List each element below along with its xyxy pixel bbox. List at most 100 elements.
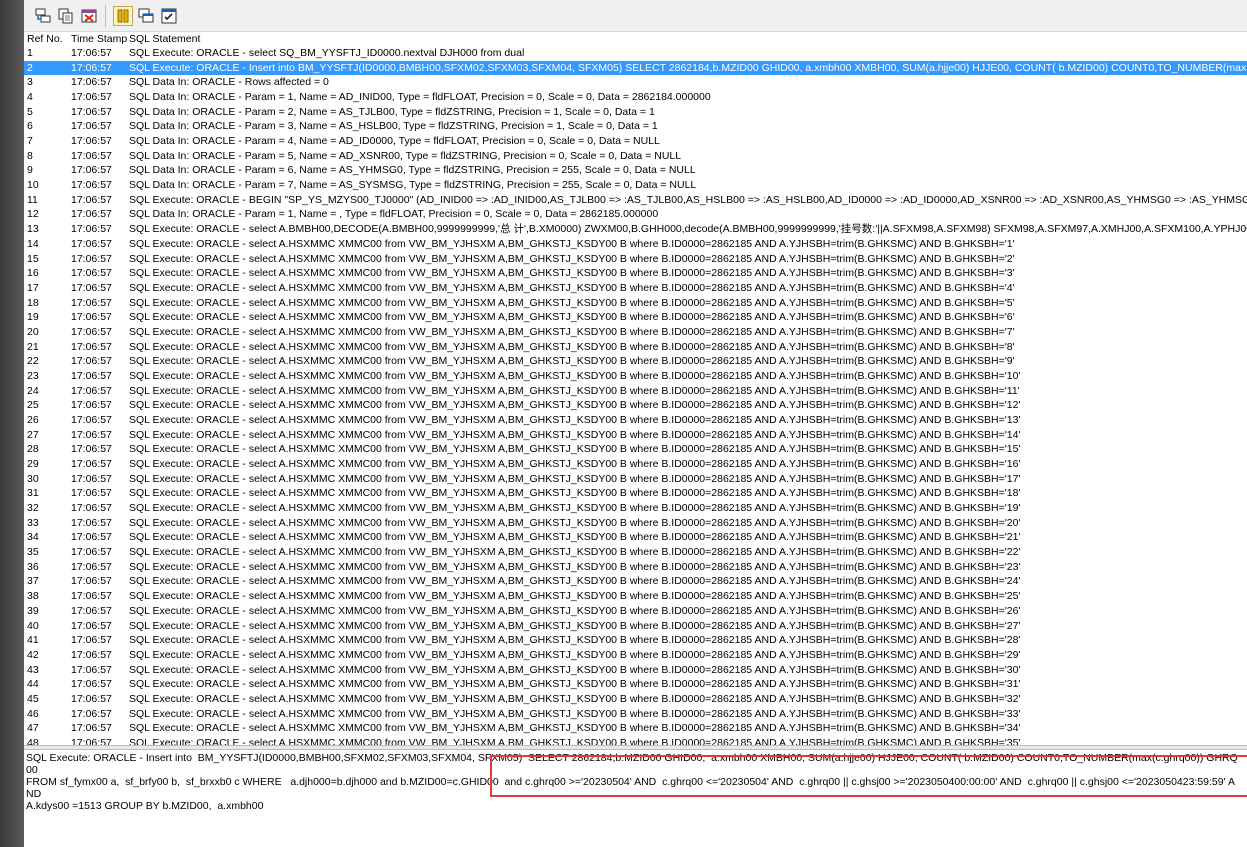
table-row[interactable]: 39 17:06:57 SQL Execute: ORACLE - select A… xyxy=(24,604,1247,619)
table-row-selected[interactable]: 2 17:06:57 SQL Execute: ORACLE - Insert in… xyxy=(24,60,1247,76)
sql-statement-cell: SQL Execute: ORACLE - select A.HSXMMC XM… xyxy=(129,267,1015,280)
sql-statement-cell: SQL Execute: ORACLE - select A.HSXMMC XM… xyxy=(129,619,1021,632)
table-row[interactable]: 25 17:06:57 SQL Execute: ORACLE - select A… xyxy=(24,398,1247,413)
ref-no-cell: 20 xyxy=(27,325,39,338)
time-stamp-cell: 17:06:57 xyxy=(71,325,112,338)
ref-no-cell: 39 xyxy=(27,604,39,617)
column-header-ref-no[interactable]: Ref No. xyxy=(27,32,63,46)
clear-log-button[interactable] xyxy=(79,6,99,26)
time-stamp-cell: 17:06:57 xyxy=(71,47,112,59)
table-row[interactable]: 14 17:06:57 SQL Execute: ORACLE - select A… xyxy=(24,237,1247,252)
table-row[interactable]: 37 17:06:57 SQL Execute: ORACLE - select A… xyxy=(24,574,1247,589)
table-row[interactable]: 23 17:06:57 SQL Execute: ORACLE - select A… xyxy=(24,369,1247,384)
toolbar xyxy=(24,0,1247,32)
table-row[interactable]: 6 17:06:57 SQL Data In: ORACLE - Param = 3… xyxy=(24,119,1247,134)
table-row[interactable]: 32 17:06:57 SQL Execute: ORACLE - select A… xyxy=(24,501,1247,516)
table-row[interactable]: 9 17:06:57 SQL Data In: ORACLE - Param = 6… xyxy=(24,163,1247,178)
table-row[interactable]: 22 17:06:57 SQL Execute: ORACLE - select A… xyxy=(24,354,1247,369)
table-row[interactable]: 27 17:06:57 SQL Execute: ORACLE - select A… xyxy=(24,428,1247,443)
table-row[interactable]: 44 17:06:57 SQL Execute: ORACLE - select A… xyxy=(24,677,1247,692)
sql-statement-cell: SQL Execute: ORACLE - select A.HSXMMC XM… xyxy=(129,707,1021,720)
table-row[interactable]: 20 17:06:57 SQL Execute: ORACLE - select A… xyxy=(24,325,1247,340)
table-row[interactable]: 35 17:06:57 SQL Execute: ORACLE - select A… xyxy=(24,545,1247,560)
sql-statement-cell: SQL Execute: ORACLE - select A.BMBH00,DE… xyxy=(129,223,1247,236)
sql-statement-cell: SQL Execute: ORACLE - select A.HSXMMC XM… xyxy=(129,634,1021,647)
table-row[interactable]: 18 17:06:57 SQL Execute: ORACLE - select A… xyxy=(24,296,1247,311)
sql-statement-cell: SQL Execute: ORACLE - select A.HSXMMC XM… xyxy=(129,325,1015,338)
column-header-sql-statement[interactable]: SQL Statement xyxy=(129,32,200,46)
table-row[interactable]: 13 17:06:57 SQL Execute: ORACLE - select A… xyxy=(24,222,1247,237)
table-row[interactable]: 34 17:06:57 SQL Execute: ORACLE - select A… xyxy=(24,530,1247,545)
sql-detail-pane[interactable]: SQL Execute: ORACLE - Insert into BM_YYS… xyxy=(24,750,1247,847)
table-row[interactable]: 29 17:06:57 SQL Execute: ORACLE - select A… xyxy=(24,457,1247,472)
column-header-time-stamp[interactable]: Time Stamp xyxy=(71,32,127,46)
table-row[interactable]: 46 17:06:57 SQL Execute: ORACLE - select A… xyxy=(24,707,1247,722)
table-row[interactable]: 36 17:06:57 SQL Execute: ORACLE - select A… xyxy=(24,560,1247,575)
table-row[interactable]: 1 17:06:57 SQL Execute: ORACLE - select SQ… xyxy=(24,46,1247,61)
table-row[interactable]: 31 17:06:57 SQL Execute: ORACLE - select A… xyxy=(24,486,1247,501)
table-row[interactable]: 4 17:06:57 SQL Data In: ORACLE - Param = 1… xyxy=(24,90,1247,105)
time-stamp-cell: 17:06:57 xyxy=(71,105,112,118)
time-stamp-cell: 17:06:57 xyxy=(71,61,112,74)
table-row[interactable]: 47 17:06:57 SQL Execute: ORACLE - select A… xyxy=(24,721,1247,736)
time-stamp-cell: 17:06:57 xyxy=(71,428,112,441)
table-row[interactable]: 17 17:06:57 SQL Execute: ORACLE - select A… xyxy=(24,281,1247,296)
time-stamp-cell: 17:06:57 xyxy=(71,443,112,456)
table-row[interactable]: 15 17:06:57 SQL Execute: ORACLE - select A… xyxy=(24,252,1247,267)
sql-statement-cell: SQL Data In: ORACLE - Param = 3, Name = … xyxy=(129,120,658,133)
table-row[interactable]: 38 17:06:57 SQL Execute: ORACLE - select A… xyxy=(24,589,1247,604)
ref-no-cell: 6 xyxy=(27,120,33,133)
table-row[interactable]: 28 17:06:57 SQL Execute: ORACLE - select A… xyxy=(24,442,1247,457)
table-row[interactable]: 10 17:06:57 SQL Data In: ORACLE - Param = … xyxy=(24,178,1247,193)
table-row[interactable]: 33 17:06:57 SQL Execute: ORACLE - select A… xyxy=(24,516,1247,531)
time-stamp-cell: 17:06:57 xyxy=(71,472,112,485)
step-into-button[interactable] xyxy=(33,6,53,26)
sql-log-list[interactable]: 1 17:06:57 SQL Execute: ORACLE - select SQ… xyxy=(24,46,1247,745)
ref-no-cell: 22 xyxy=(27,355,39,368)
time-stamp-cell: 17:06:57 xyxy=(71,179,112,192)
table-row[interactable]: 42 17:06:57 SQL Execute: ORACLE - select A… xyxy=(24,648,1247,663)
options-button[interactable] xyxy=(159,6,179,26)
table-row[interactable]: 21 17:06:57 SQL Execute: ORACLE - select A… xyxy=(24,340,1247,355)
table-row[interactable]: 19 17:06:57 SQL Execute: ORACLE - select A… xyxy=(24,310,1247,325)
pause-button[interactable] xyxy=(113,6,133,26)
ref-no-cell: 14 xyxy=(27,237,39,250)
copy-button[interactable] xyxy=(56,6,76,26)
sql-statement-cell: SQL Execute: ORACLE - Insert into BM_YYS… xyxy=(129,61,1247,74)
time-stamp-cell: 17:06:57 xyxy=(71,164,112,177)
table-row[interactable]: 16 17:06:57 SQL Execute: ORACLE - select A… xyxy=(24,266,1247,281)
table-row[interactable]: 24 17:06:57 SQL Execute: ORACLE - select A… xyxy=(24,384,1247,399)
table-row[interactable]: 26 17:06:57 SQL Execute: ORACLE - select A… xyxy=(24,413,1247,428)
table-row[interactable]: 41 17:06:57 SQL Execute: ORACLE - select A… xyxy=(24,633,1247,648)
copy-icon xyxy=(58,8,73,24)
sql-statement-cell: SQL Execute: ORACLE - BEGIN "SP_YS_MZYS0… xyxy=(129,193,1247,206)
ref-no-cell: 3 xyxy=(27,76,33,89)
ref-no-cell: 37 xyxy=(27,575,39,588)
sql-statement-cell: SQL Execute: ORACLE - select A.HSXMMC XM… xyxy=(129,458,1021,471)
table-row[interactable]: 43 17:06:57 SQL Execute: ORACLE - select A… xyxy=(24,663,1247,678)
table-row[interactable]: 45 17:06:57 SQL Execute: ORACLE - select A… xyxy=(24,692,1247,707)
step-into-icon xyxy=(35,8,51,23)
sql-statement-cell: SQL Data In: ORACLE - Param = 5, Name = … xyxy=(129,149,682,162)
ref-no-cell: 18 xyxy=(27,296,39,309)
table-row[interactable]: 7 17:06:57 SQL Data In: ORACLE - Param = 4… xyxy=(24,134,1247,149)
time-stamp-cell: 17:06:57 xyxy=(71,678,112,691)
table-row[interactable]: 30 17:06:57 SQL Execute: ORACLE - select A… xyxy=(24,472,1247,487)
time-stamp-cell: 17:06:57 xyxy=(71,252,112,265)
table-row[interactable]: 5 17:06:57 SQL Data In: ORACLE - Param = 2… xyxy=(24,105,1247,120)
sql-statement-cell: SQL Execute: ORACLE - select A.HSXMMC XM… xyxy=(129,399,1021,412)
table-row[interactable]: 3 17:06:57 SQL Data In: ORACLE - Rows affe… xyxy=(24,75,1247,90)
time-stamp-cell: 17:06:57 xyxy=(71,311,112,324)
split-view-button[interactable] xyxy=(136,6,156,26)
table-row[interactable]: 48 17:06:57 SQL Execute: ORACLE - select A… xyxy=(24,736,1247,745)
table-row[interactable]: 8 17:06:57 SQL Data In: ORACLE - Param = 5… xyxy=(24,149,1247,164)
table-row[interactable]: 40 17:06:57 SQL Execute: ORACLE - select A… xyxy=(24,619,1247,634)
ref-no-cell: 16 xyxy=(27,267,39,280)
time-stamp-cell: 17:06:57 xyxy=(71,692,112,705)
sql-statement-cell: SQL Execute: ORACLE - select A.HSXMMC XM… xyxy=(129,428,1021,441)
table-row[interactable]: 12 17:06:57 SQL Data In: ORACLE - Param = … xyxy=(24,207,1247,222)
time-stamp-cell: 17:06:57 xyxy=(71,736,112,745)
time-stamp-cell: 17:06:57 xyxy=(71,560,112,573)
table-row[interactable]: 11 17:06:57 SQL Execute: ORACLE - BEGIN "S… xyxy=(24,193,1247,208)
time-stamp-cell: 17:06:57 xyxy=(71,340,112,353)
